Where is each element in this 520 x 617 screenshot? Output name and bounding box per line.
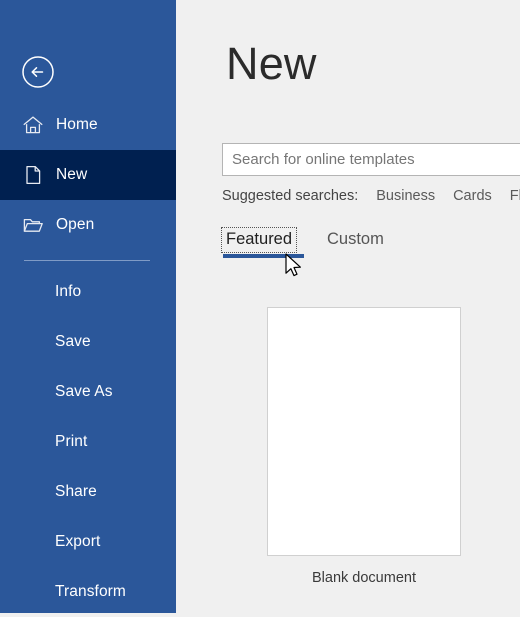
suggested-searches-label: Suggested searches:	[222, 188, 359, 204]
search-input[interactable]	[223, 144, 520, 175]
sidebar-item-transform[interactable]: Transform	[0, 567, 176, 617]
suggested-link-cards[interactable]: Cards	[453, 188, 492, 204]
folder-icon	[23, 218, 43, 232]
tab-custom[interactable]: Custom	[323, 228, 388, 252]
search-box[interactable]	[222, 143, 520, 176]
sidebar-item-new[interactable]: New	[0, 150, 176, 200]
sidebar-item-home[interactable]: Home	[0, 100, 176, 150]
backstage-main-panel: New Suggested searches: Business Cards F…	[176, 0, 520, 613]
backstage-sidebar: Home New Open Info Save Save As Print Sh…	[0, 0, 176, 613]
sidebar-divider	[24, 260, 150, 261]
back-button[interactable]	[20, 54, 56, 90]
template-card-label: Blank document	[312, 570, 416, 586]
sidebar-item-info[interactable]: Info	[0, 267, 176, 317]
sidebar-item-open[interactable]: Open	[0, 200, 176, 250]
sidebar-item-label: Print	[55, 433, 88, 450]
sidebar-item-label: Home	[56, 116, 98, 133]
page-title: New	[226, 38, 317, 89]
sidebar-item-share[interactable]: Share	[0, 467, 176, 517]
word-backstage-new-screen: Home New Open Info Save Save As Print Sh…	[0, 0, 520, 613]
sidebar-item-label: Export	[55, 533, 101, 550]
sidebar-item-label: New	[56, 166, 88, 183]
sidebar-item-label: Save As	[55, 383, 113, 400]
sidebar-item-label: Transform	[55, 583, 126, 600]
tab-featured-underline	[223, 254, 304, 258]
suggested-link-business[interactable]: Business	[376, 188, 435, 204]
page-icon	[26, 165, 41, 185]
sidebar-item-label: Info	[55, 283, 82, 300]
sidebar-item-export[interactable]: Export	[0, 517, 176, 567]
sidebar-item-label: Share	[55, 483, 97, 500]
back-circle-arrow-icon	[22, 56, 54, 88]
template-card-blank-document[interactable]: Blank document	[267, 307, 461, 586]
sidebar-item-label: Open	[56, 216, 95, 233]
blank-page-thumbnail[interactable]	[267, 307, 461, 556]
tab-featured[interactable]: Featured	[220, 227, 298, 253]
sidebar-item-print[interactable]: Print	[0, 417, 176, 467]
suggested-link-flyers[interactable]: Fl	[510, 188, 520, 204]
sidebar-item-save-as[interactable]: Save As	[0, 367, 176, 417]
sidebar-item-label: Save	[55, 333, 91, 350]
suggested-searches: Suggested searches: Business Cards Fl	[222, 188, 520, 204]
sidebar-item-save[interactable]: Save	[0, 317, 176, 367]
home-icon	[23, 116, 43, 134]
